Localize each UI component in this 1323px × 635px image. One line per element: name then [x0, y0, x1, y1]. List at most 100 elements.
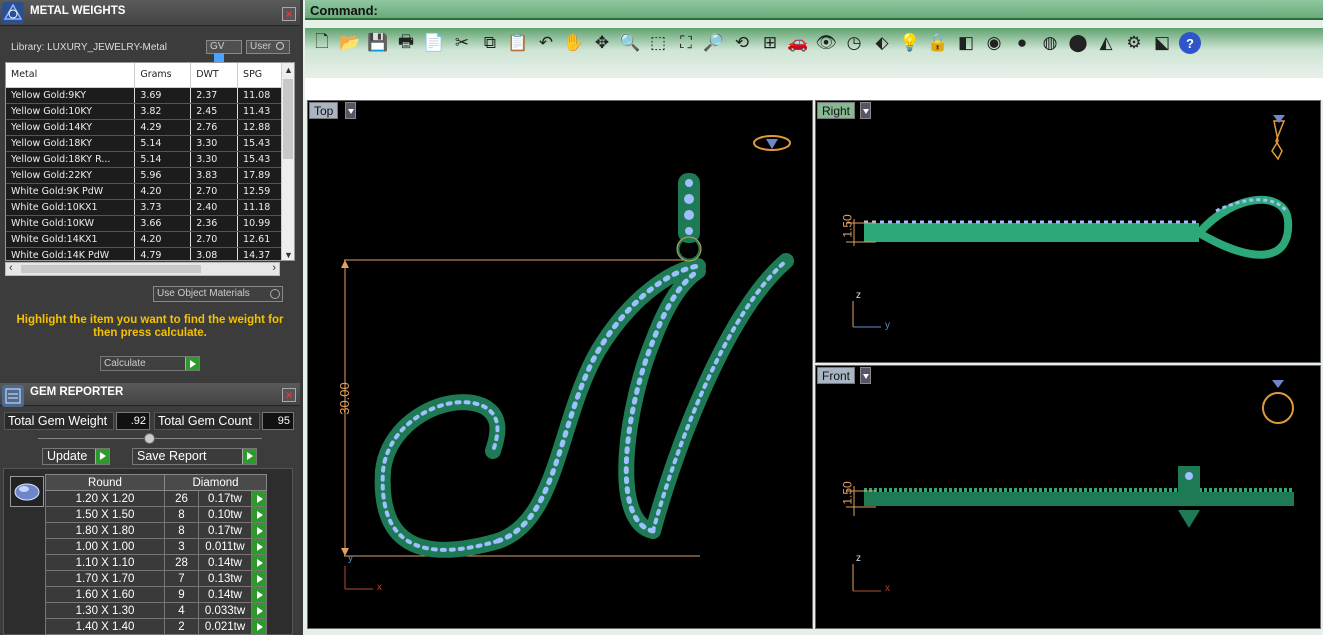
metal-col-3[interactable]: SPG	[237, 63, 282, 88]
car-icon[interactable]: 🚗	[787, 32, 809, 54]
rotate-view-icon[interactable]: ⟲	[731, 32, 753, 54]
cut-icon[interactable]: ✂	[451, 32, 473, 54]
pan-icon[interactable]: ✋	[563, 32, 585, 54]
print-icon[interactable]: 🖶	[395, 32, 417, 54]
eye-icon[interactable]: 👁	[815, 32, 837, 54]
gem-weight: 0.17tw	[198, 490, 252, 507]
select-gem-arrow-icon[interactable]	[251, 570, 267, 587]
gem-row[interactable]: 1.80 X 1.80 8 0.17tw	[45, 522, 267, 539]
metal-row[interactable]: Yellow Gold:9KY 3.69 2.37 11.08	[6, 87, 282, 104]
zoom-icon[interactable]: 🔍	[619, 32, 641, 54]
total-gem-weight-field: .92	[116, 412, 150, 430]
scroll-thumb[interactable]	[283, 79, 293, 159]
zoom-extents-icon[interactable]: ⛶	[675, 32, 697, 54]
gem-row[interactable]: 1.00 X 1.00 3 0.011tw	[45, 538, 267, 555]
scroll-left-icon[interactable]: ‹	[9, 262, 13, 274]
select-gem-arrow-icon[interactable]	[251, 602, 267, 619]
color-wheel-icon[interactable]: ◉	[983, 32, 1005, 54]
metal-cell: 2.37	[190, 87, 239, 104]
scroll-up-icon[interactable]: ▲	[284, 65, 293, 75]
gem-row[interactable]: 1.20 X 1.20 26 0.17tw	[45, 490, 267, 507]
metal-cell: 5.96	[134, 167, 192, 184]
select-icon[interactable]: ⬕	[1151, 32, 1173, 54]
gem-size: 1.00 X 1.00	[45, 538, 165, 555]
metal-col-1[interactable]: Grams	[134, 63, 192, 88]
help-icon[interactable]: ?	[1179, 32, 1201, 54]
lock-icon[interactable]: 🔒	[927, 32, 949, 54]
import-icon[interactable]: 📄	[423, 32, 445, 54]
open-icon[interactable]: 📂	[339, 32, 361, 54]
gem-row[interactable]: 1.70 X 1.70 7 0.13tw	[45, 570, 267, 587]
save-icon[interactable]: 💾	[367, 32, 389, 54]
close-icon[interactable]: ×	[282, 7, 296, 21]
shaded-sphere-icon[interactable]: ◍	[1039, 32, 1061, 54]
gem-reporter-icon	[2, 385, 24, 407]
new-icon[interactable]: 🗋	[311, 32, 333, 54]
metal-row[interactable]: White Gold:10KX1 3.73 2.40 11.18	[6, 199, 282, 216]
viewport-front[interactable]: Front 1.50 z x	[815, 365, 1321, 629]
gem-row[interactable]: 1.60 X 1.60 9 0.14tw	[45, 586, 267, 603]
metal-table-hscrollbar[interactable]: ‹ ›	[5, 262, 280, 276]
metal-cell: 2.76	[190, 119, 239, 136]
metal-row[interactable]: Yellow Gold:22KY 5.96 3.83 17.89	[6, 167, 282, 184]
zoom-selected-icon[interactable]: 🔎	[703, 32, 725, 54]
move-icon[interactable]: ✥	[591, 32, 613, 54]
bulb-icon[interactable]: 💡	[899, 32, 921, 54]
calculate-button[interactable]: Calculate	[100, 356, 200, 371]
metal-row[interactable]: Yellow Gold:18KY 5.14 3.30 15.43	[6, 135, 282, 152]
four-viewports-icon[interactable]: ⊞	[759, 32, 781, 54]
viewport-right[interactable]: Right 1.50 z y	[815, 100, 1321, 363]
close-icon[interactable]: ×	[282, 388, 296, 402]
metal-row[interactable]: White Gold:9K PdW 4.20 2.70 12.59	[6, 183, 282, 200]
paste-icon[interactable]: 📋	[507, 32, 529, 54]
metal-col-2[interactable]: DWT	[190, 63, 239, 88]
command-input[interactable]	[305, 78, 1323, 100]
user-toggle[interactable]: User	[246, 40, 290, 54]
select-gem-arrow-icon[interactable]	[251, 490, 267, 507]
metal-cell: 3.30	[190, 151, 239, 168]
select-gem-arrow-icon[interactable]	[251, 522, 267, 539]
gv-toggle[interactable]: GV	[206, 40, 242, 64]
gem-row[interactable]: 1.30 X 1.30 4 0.033tw	[45, 602, 267, 619]
select-gem-arrow-icon[interactable]	[251, 586, 267, 603]
gem-row[interactable]: 1.50 X 1.50 8 0.10tw	[45, 506, 267, 523]
undo-icon[interactable]: ↶	[535, 32, 557, 54]
splitter-handle-icon[interactable]	[144, 433, 155, 444]
select-gem-arrow-icon[interactable]	[251, 506, 267, 523]
metal-row[interactable]: White Gold:14KX1 4.20 2.70 12.61	[6, 231, 282, 248]
select-gem-arrow-icon[interactable]	[251, 538, 267, 555]
select-gem-arrow-icon[interactable]	[251, 554, 267, 571]
dimension-label: 1.50	[840, 481, 855, 505]
metal-row[interactable]: Yellow Gold:10KY 3.82 2.45 11.43	[6, 103, 282, 120]
metal-col-0[interactable]: Metal	[6, 63, 136, 88]
snap-icon[interactable]: ⬖	[871, 32, 893, 54]
metal-row[interactable]: White Gold:10KW 3.66 2.36 10.99	[6, 215, 282, 232]
light-icon[interactable]: ◭	[1095, 32, 1117, 54]
axis-x-label: x	[885, 583, 890, 594]
viewport-top[interactable]: Top 30.00 y x	[307, 100, 813, 629]
gem-row[interactable]: 1.10 X 1.10 28 0.14tw	[45, 554, 267, 571]
metal-weights-title: METAL WEIGHTS	[30, 5, 126, 17]
gem-count: 28	[164, 554, 199, 571]
update-button[interactable]: Update	[42, 448, 110, 465]
gear-icon[interactable]: ⚙	[1123, 32, 1145, 54]
render-sphere-icon[interactable]: ⬤	[1067, 32, 1089, 54]
save-report-button[interactable]: Save Report	[132, 448, 257, 465]
layers-icon[interactable]: ◧	[955, 32, 977, 54]
metal-row[interactable]: White Gold:14K PdW 4.79 3.08 14.37	[6, 247, 282, 260]
clock-icon[interactable]: ◷	[843, 32, 865, 54]
zoom-window-icon[interactable]: ⬚	[647, 32, 669, 54]
select-gem-arrow-icon[interactable]	[251, 618, 267, 635]
copy-icon[interactable]: ⧉	[479, 32, 501, 54]
update-label: Update	[47, 449, 88, 463]
sphere-icon[interactable]: ●	[1011, 32, 1033, 54]
scroll-right-icon[interactable]: ›	[272, 262, 276, 274]
user-radio-icon	[276, 42, 285, 51]
use-object-materials-dropdown[interactable]: Use Object Materials	[153, 286, 283, 302]
metal-row[interactable]: Yellow Gold:18KY R... 5.14 3.30 15.43	[6, 151, 282, 168]
hscroll-thumb[interactable]	[21, 265, 201, 273]
gem-row[interactable]: 1.40 X 1.40 2 0.021tw	[45, 618, 267, 635]
metal-row[interactable]: Yellow Gold:14KY 4.29 2.76 12.88	[6, 119, 282, 136]
scroll-down-icon[interactable]: ▼	[284, 250, 293, 260]
metal-table-vscrollbar[interactable]: ▲ ▼	[281, 63, 294, 260]
